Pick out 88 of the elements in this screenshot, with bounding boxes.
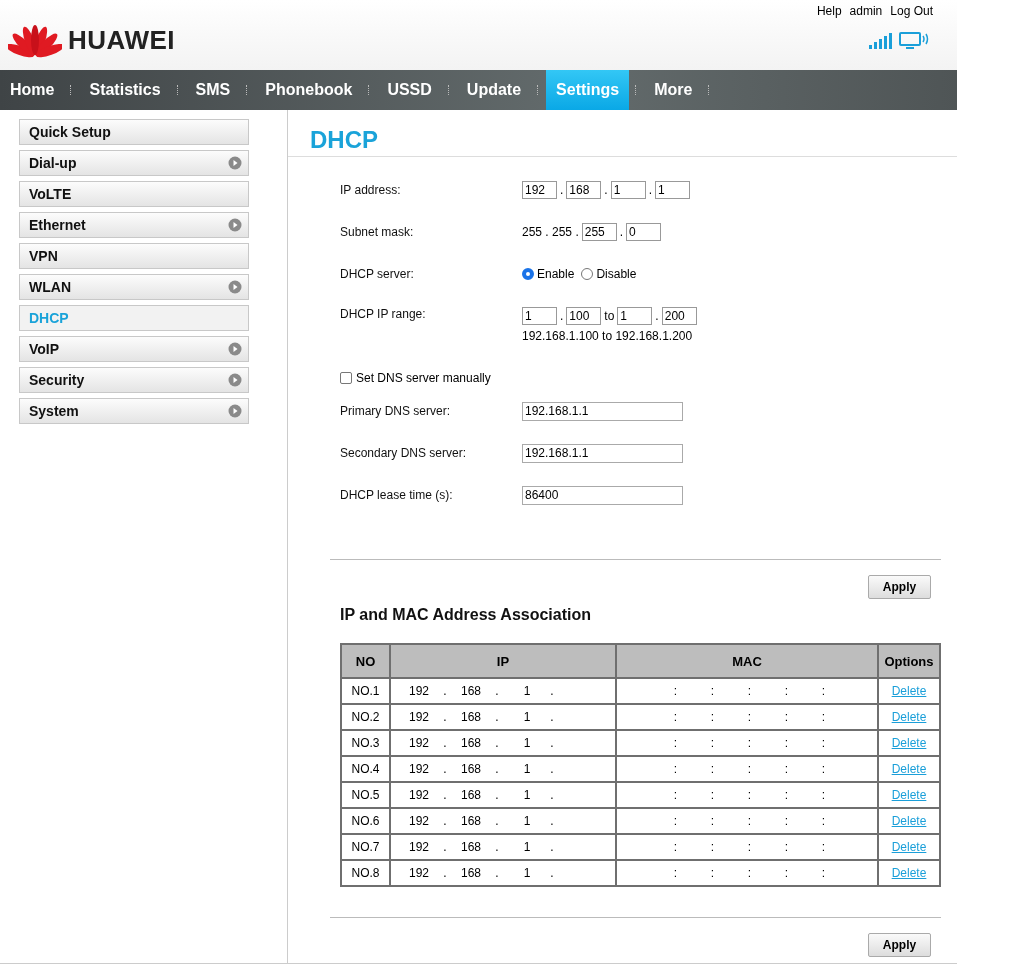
octet-field[interactable]: 100: [566, 307, 602, 325]
table-cell: NO.8: [341, 860, 390, 886]
radio-icon[interactable]: [522, 268, 534, 280]
column-header: NO: [341, 644, 390, 678]
mac-cell[interactable]: : : : : :: [616, 730, 878, 756]
octet-field[interactable]: 255: [581, 223, 617, 241]
nav-tab[interactable]: Update: [456, 70, 532, 110]
nav-tab[interactable]: Statistics: [79, 70, 171, 110]
separator-text: .: [604, 183, 608, 197]
separator-text: .: [648, 183, 653, 197]
octet-field[interactable]: 1: [617, 307, 653, 325]
field-label: Primary DNS server:: [340, 404, 451, 418]
ip-cell[interactable]: 192 . 168 . 1 .: [390, 860, 616, 886]
separator-text: .: [560, 183, 564, 197]
separator-text: .: [619, 225, 624, 239]
column-header: MAC: [616, 644, 878, 678]
nav-tab[interactable]: USSD: [377, 70, 442, 110]
radio-option[interactable]: Enable: [522, 267, 575, 281]
ip-cell[interactable]: 192 . 168 . 1 .: [390, 808, 616, 834]
header-link[interactable]: Log Out: [890, 4, 933, 18]
table-cell: NO.6: [341, 808, 390, 834]
table-cell: NO.3: [341, 730, 390, 756]
mac-cell[interactable]: : : : : :: [616, 834, 878, 860]
sidebar-item[interactable]: WLAN: [19, 274, 249, 300]
signal-icon: [869, 33, 893, 49]
sidebar-item[interactable]: Dial-up: [19, 150, 249, 176]
mac-cell[interactable]: : : : : :: [616, 860, 878, 886]
ip-cell[interactable]: 192 . 168 . 1 .: [390, 782, 616, 808]
sidebar-item[interactable]: Quick Setup: [19, 119, 249, 145]
sidebar-item[interactable]: VoIP: [19, 336, 249, 362]
field-label: Subnet mask:: [340, 225, 415, 239]
radio-option[interactable]: Disable: [581, 267, 637, 281]
table-cell: NO.5: [341, 782, 390, 808]
mac-cell[interactable]: : : : : :: [616, 808, 878, 834]
input-field[interactable]: 86400: [522, 485, 683, 505]
table-cell: NO.1: [341, 678, 390, 704]
octet-field[interactable]: 1: [655, 181, 691, 199]
header-link[interactable]: admin: [849, 4, 883, 18]
field-label: Secondary DNS server:: [340, 446, 468, 460]
field-label: DHCP server:: [340, 267, 415, 281]
nav-tab[interactable]: Phonebook: [255, 70, 363, 110]
header-link[interactable]: Help: [816, 4, 842, 18]
apply-button[interactable]: Apply: [868, 933, 931, 957]
octet-field[interactable]: 168: [566, 181, 602, 199]
sidebar-item[interactable]: VPN: [19, 243, 249, 269]
ip-cell[interactable]: 192 . 168 . 1 .: [390, 730, 616, 756]
input-field[interactable]: 192.168.1.1: [522, 401, 683, 421]
nav-tab[interactable]: Home: [0, 70, 65, 110]
separator-text: .: [560, 309, 564, 323]
column-header: IP: [390, 644, 616, 678]
octet-field[interactable]: 192: [522, 181, 557, 199]
nav-tab[interactable]: SMS: [185, 70, 241, 110]
separator-text: 255 . 255 .: [522, 225, 579, 239]
table-cell: NO.2: [341, 704, 390, 730]
mac-cell[interactable]: : : : : :: [616, 704, 878, 730]
table-cell: NO.4: [341, 756, 390, 782]
sidebar-item[interactable]: VoLTE: [19, 181, 249, 207]
sidebar-item[interactable]: Ethernet: [19, 212, 249, 238]
field-label: IP address:: [340, 183, 402, 197]
octet-field[interactable]: 1: [522, 307, 557, 325]
sidebar-item[interactable]: System: [19, 398, 249, 424]
field-label: DHCP IP range:: [340, 307, 427, 321]
field-label: DHCP lease time (s):: [340, 488, 454, 502]
octet-field[interactable]: 200: [661, 307, 697, 325]
mac-cell[interactable]: : : : : :: [616, 678, 878, 704]
ip-cell[interactable]: 192 . 168 . 1 .: [390, 704, 616, 730]
input-field[interactable]: 192.168.1.1: [522, 443, 683, 463]
octet-field[interactable]: 0: [626, 223, 662, 241]
octet-field[interactable]: 1: [610, 181, 646, 199]
logo-text: HUAWEI: [68, 24, 175, 56]
apply-button[interactable]: Apply: [868, 575, 931, 599]
separator-text: to: [604, 309, 615, 323]
ip-cell[interactable]: 192 . 168 . 1 .: [390, 756, 616, 782]
page-title: DHCP: [310, 126, 379, 154]
nav-tab[interactable]: More: [644, 70, 703, 110]
checkbox-label: Set DNS server manually: [356, 371, 491, 385]
mac-cell[interactable]: : : : : :: [616, 756, 878, 782]
separator-text: .: [655, 309, 659, 323]
table-cell: NO.7: [341, 834, 390, 860]
column-header: Options: [878, 644, 940, 678]
range-note: 192.168.1.100 to 192.168.1.200: [522, 329, 694, 343]
section-title: IP and MAC Address Association: [340, 606, 592, 624]
ip-cell[interactable]: 192 . 168 . 1 .: [390, 834, 616, 860]
sidebar-item[interactable]: Security: [19, 367, 249, 393]
ip-cell[interactable]: 192 . 168 . 1 .: [390, 678, 616, 704]
checkbox[interactable]: [340, 372, 352, 384]
monitor-icon: [899, 32, 929, 50]
mac-cell[interactable]: : : : : :: [616, 782, 878, 808]
